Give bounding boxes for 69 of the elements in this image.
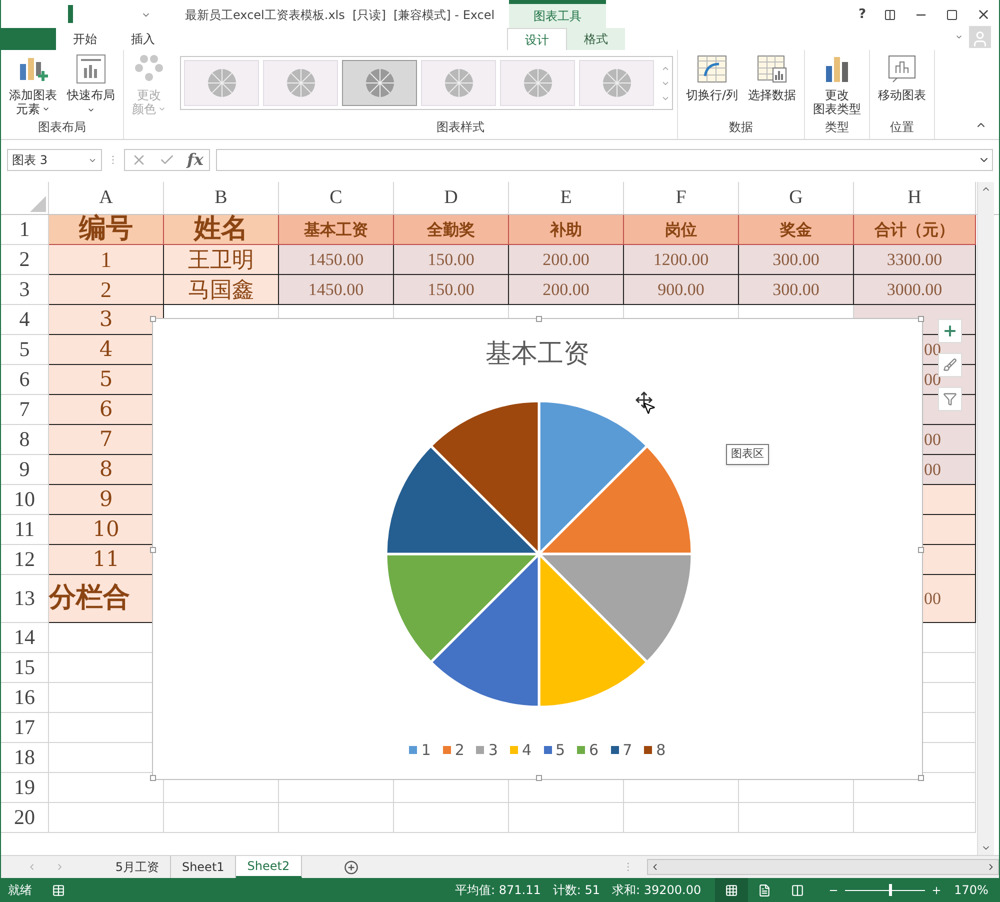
ribbon-button[interactable]: 更改 图表类型: [809, 50, 866, 116]
average-readout: 平均值: 871.11: [455, 882, 541, 899]
help-button[interactable]: ?: [858, 5, 866, 24]
status-text: 就绪: [8, 882, 32, 899]
ribbon-tab[interactable]: 格式: [567, 28, 625, 50]
table-cell: 合计（元）: [854, 215, 976, 245]
group-label: 图表布局: [37, 119, 87, 136]
column-header[interactable]: E: [509, 182, 624, 214]
table-cell: 300.00: [739, 245, 854, 275]
legend-label: 8: [656, 740, 666, 761]
legend-label: 2: [454, 740, 464, 761]
ribbon-tab[interactable]: 插入: [114, 28, 172, 50]
table-cell: 2: [49, 275, 164, 305]
group-label: 位置: [889, 119, 916, 136]
table-cell: 1450.00: [279, 275, 394, 305]
ribbon-button[interactable]: 快速布局: [63, 50, 119, 114]
table-cell: 1200.00: [624, 245, 739, 275]
legend-label: 5: [556, 740, 566, 761]
window-title: 最新员工excel工资表模板.xls [只读] [兼容模式] - Excel: [185, 7, 495, 24]
name-box-value: 图表 3: [12, 152, 48, 169]
table-cell: 150.00: [394, 275, 509, 305]
contextual-tab-group: 图表工具: [534, 7, 582, 25]
table-cell: 补助: [509, 215, 624, 245]
column-header[interactable]: A: [49, 182, 164, 214]
table-cell: 编号: [49, 215, 164, 245]
legend-label: 6: [589, 740, 599, 761]
group-label: 类型: [824, 119, 850, 136]
column-header[interactable]: H: [854, 182, 976, 214]
table-cell: 200.00: [509, 275, 624, 305]
column-header[interactable]: B: [164, 182, 279, 214]
tooltip: 图表区: [726, 444, 769, 464]
group-label: 数据: [728, 119, 754, 136]
table-cell: 全勤奖: [394, 215, 509, 245]
ribbon-tab[interactable]: 开始: [56, 28, 114, 50]
legend-label: 4: [522, 740, 532, 761]
table-cell: 3: [49, 305, 164, 335]
column-header[interactable]: F: [624, 182, 739, 214]
column-header[interactable]: C: [279, 182, 394, 214]
ribbon-tab[interactable]: 设计: [507, 28, 567, 50]
table-cell: 基本工资: [279, 215, 394, 245]
table-cell: 马国鑫: [164, 275, 279, 305]
table-cell: 岗位: [624, 215, 739, 245]
table-cell: 900.00: [624, 275, 739, 305]
column-header[interactable]: G: [739, 182, 854, 214]
table-cell: 王卫明: [164, 245, 279, 275]
table-cell: 200.00: [509, 245, 624, 275]
table-cell: 300.00: [739, 275, 854, 305]
table-cell: 3300.00: [854, 245, 976, 275]
table-cell: 奖金: [739, 215, 854, 245]
ribbon-button[interactable]: 移动图表: [874, 50, 930, 102]
ribbon-button[interactable]: 切换行/列: [682, 50, 742, 102]
ribbon-button[interactable]: 选择数据: [744, 50, 800, 102]
group-label: 图表样式: [436, 119, 486, 136]
table-cell: 3000.00: [854, 275, 976, 305]
column-header[interactable]: D: [394, 182, 509, 214]
name-box[interactable]: 图表 3: [7, 149, 102, 171]
table-cell: 1: [49, 245, 164, 275]
table-cell: 姓名: [164, 215, 279, 245]
sum-readout: 求和: 39200.00: [612, 882, 702, 899]
legend-label: 7: [622, 740, 632, 761]
legend-label: 1: [421, 740, 431, 761]
zoom-level[interactable]: 170%: [954, 881, 988, 899]
legend-label: 3: [488, 740, 498, 761]
chart-title: 基本工资: [486, 338, 590, 371]
table-cell: 1450.00: [279, 245, 394, 275]
table-cell: 150.00: [394, 245, 509, 275]
count-readout: 计数: 51: [552, 882, 600, 899]
ribbon-button[interactable]: 添加图表 元素: [5, 50, 61, 116]
sheet-tab[interactable]: Sheet2: [236, 856, 302, 878]
